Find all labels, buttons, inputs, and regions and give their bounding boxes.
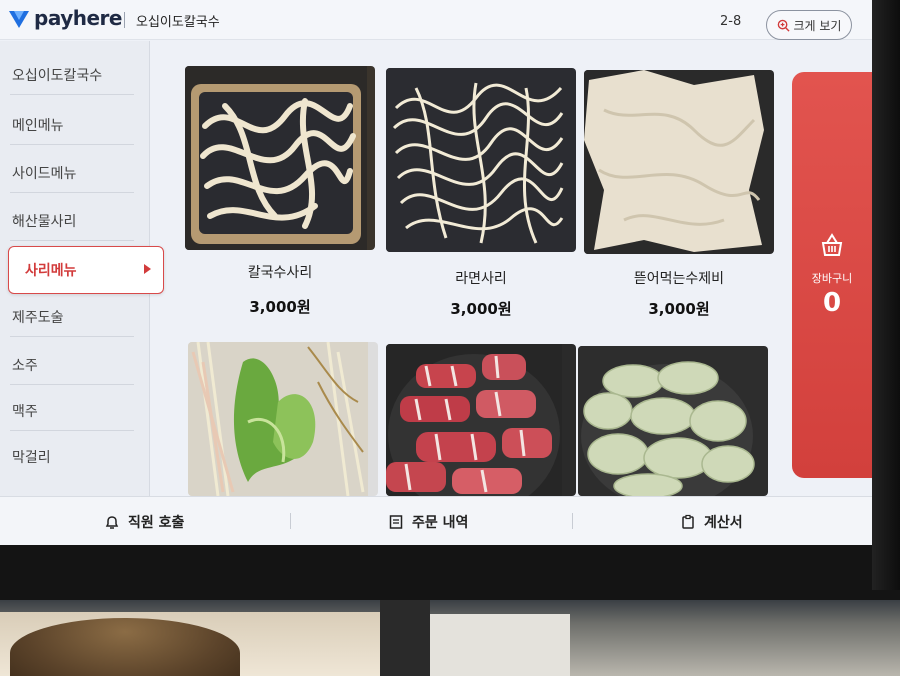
sidebar-item-label: 소주 [12, 357, 38, 374]
order-history-label: 주문 내역 [412, 515, 469, 531]
call-staff-label: 직원 호출 [128, 515, 185, 531]
sidebar-item-makgeolli[interactable]: 막걸리 [10, 437, 134, 477]
menu-item-name: 라면사리 [455, 271, 507, 287]
bell-icon [105, 516, 119, 529]
sidebar-item-label: 메인메뉴 [12, 117, 64, 134]
chevron-right-icon [144, 264, 151, 274]
call-staff-button[interactable]: 직원 호출 [104, 509, 184, 535]
sidebar-item-label: 제주도술 [12, 309, 64, 326]
sidebar-item-label: 오십이도칼국수 [12, 67, 103, 84]
menu-item-photo [185, 66, 375, 250]
menu-card[interactable]: 칼국수사리 3,000원 [185, 66, 375, 316]
top-bar: payhere 오십이도칼국수 2-8 크게 보기 [0, 0, 872, 40]
menu-item-name: 칼국수사리 [247, 265, 313, 281]
sidebar-item-main-menu[interactable]: 메인메뉴 [10, 105, 134, 145]
sidebar-item-label: 해산물사리 [12, 213, 77, 230]
menu-item-photo [386, 68, 576, 252]
sidebar-item-side-menu[interactable]: 사이드메뉴 [10, 153, 134, 193]
zoom-label: 크게 보기 [793, 18, 842, 33]
sidebar-item-label: 사이드메뉴 [12, 165, 77, 182]
sidebar-item-beer[interactable]: 맥주 [10, 391, 134, 431]
kiosk-screen: payhere 오십이도칼국수 2-8 크게 보기 오십이도칼국수 메인메뉴 사… [0, 0, 872, 545]
background-wall [430, 614, 570, 676]
background-scene [0, 600, 900, 676]
sidebar-item-label: 사리메뉴 [25, 263, 77, 279]
sliced-meat-image [386, 344, 562, 496]
sidebar-item-sari-menu[interactable]: 사리메뉴 [8, 246, 164, 294]
menu-item-price: 3,000원 [249, 298, 311, 316]
store-name: 오십이도칼국수 [136, 15, 220, 30]
sidebar-item-seafood[interactable]: 해산물사리 [10, 201, 134, 241]
zoom-in-icon [777, 19, 790, 32]
menu-item-photo [386, 344, 576, 496]
cart-label: 장바구니 [811, 272, 853, 285]
dumplings-image [578, 346, 756, 496]
menu-card[interactable]: 라면사리 3,000원 [386, 68, 576, 318]
menu-grid: 칼국수사리 3,000원 라면사리 3,000원 뜯어먹는수제비 3,000원 [160, 50, 800, 496]
menu-item-price: 3,000원 [450, 300, 512, 318]
cart-count: 0 [822, 288, 842, 318]
menu-item-photo [584, 70, 774, 254]
sidebar-item-label: 맥주 [12, 403, 38, 420]
menu-card[interactable] [578, 346, 768, 496]
bottom-bar: 직원 호출 주문 내역 계산서 [0, 496, 872, 545]
sidebar-item-jeju-liquor[interactable]: 제주도술 [10, 297, 134, 337]
basket-icon [821, 233, 843, 256]
divider [572, 513, 573, 529]
sidebar-item-label: 막걸리 [12, 450, 51, 466]
stand-pole [380, 600, 430, 676]
menu-item-photo [188, 342, 378, 496]
sidebar-item-soju[interactable]: 소주 [10, 345, 134, 385]
bill-button[interactable]: 계산서 [680, 509, 743, 535]
menu-card[interactable] [386, 344, 576, 496]
monitor-edge [872, 0, 900, 590]
menu-item-price: 3,000원 [648, 300, 710, 318]
menu-card[interactable] [188, 342, 378, 496]
payhere-logo-icon [9, 11, 29, 28]
cart-panel[interactable]: 장바구니 0 [792, 72, 872, 478]
divider [290, 513, 291, 529]
category-sidebar: 오십이도칼국수 메인메뉴 사이드메뉴 해산물사리 사리메뉴 제주도술 소주 맥주… [0, 41, 164, 496]
vegetables-image [188, 342, 368, 496]
menu-card[interactable]: 뜯어먹는수제비 3,000원 [584, 70, 774, 318]
noodles-image [185, 66, 367, 250]
menu-item-photo [578, 346, 768, 496]
receipt-list-icon [389, 515, 403, 529]
zoom-button[interactable]: 크게 보기 [766, 10, 852, 40]
ramen-noodles-image [386, 68, 568, 252]
brand-name: payhere [34, 6, 122, 30]
bill-label: 계산서 [704, 515, 743, 531]
order-history-button[interactable]: 주문 내역 [388, 509, 468, 535]
menu-item-name: 뜯어먹는수제비 [633, 271, 725, 287]
clipboard-icon [682, 514, 694, 529]
table-number: 2-8 [720, 14, 742, 29]
sujebi-image [584, 70, 766, 254]
header-divider [124, 12, 125, 28]
sidebar-item-store[interactable]: 오십이도칼국수 [10, 55, 134, 95]
